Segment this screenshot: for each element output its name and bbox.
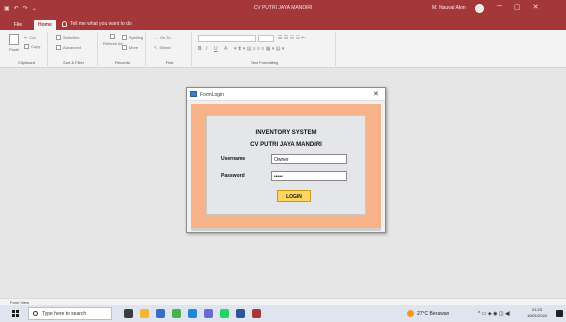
group-label: Text Formatting: [250, 60, 279, 65]
form-background: INVENTORY SYSTEM CV PUTRI JAYA MANDIRI U…: [191, 104, 381, 228]
selection-button[interactable]: Selection: [56, 35, 79, 40]
lightbulb-icon: [62, 21, 67, 27]
taskbar: Type here to search 27°C Berawan ^ ▭ ◈ ◉…: [0, 305, 566, 322]
ribbon: Paste ✂ Cut Copy Clipboard Selection Adv…: [0, 30, 566, 68]
dialog-title: FormLogin: [200, 92, 224, 98]
chrome-icon[interactable]: [172, 309, 181, 318]
tell-me-box[interactable]: Tell me what you want to do: [62, 21, 132, 27]
list-icons[interactable]: ☰ ☰ ☷ ☷ ⇤: [278, 35, 306, 41]
status-bar: Form View: [0, 298, 566, 305]
word-icon[interactable]: [236, 309, 245, 318]
group-sort-filter: Selection Advanced Sort & Filter: [50, 32, 98, 66]
font-color-button[interactable]: A: [224, 46, 227, 52]
group-label: Records: [115, 60, 130, 65]
search-icon: [33, 311, 38, 316]
filter-icon: [56, 35, 61, 40]
password-label: Password: [221, 173, 245, 179]
system-tray[interactable]: ^ ▭ ◈ ◉ ◫ ◀): [478, 311, 510, 317]
more-button[interactable]: More: [122, 45, 138, 50]
spelling-button[interactable]: Spelling: [122, 35, 143, 40]
paste-icon: [9, 34, 20, 45]
form-icon: [190, 91, 197, 97]
restore-button[interactable]: ▢: [514, 3, 521, 11]
notification-icon[interactable]: [556, 310, 563, 317]
copy-icon: [24, 44, 29, 49]
dialog-scrollbar[interactable]: [191, 228, 381, 231]
task-view-icon[interactable]: [124, 309, 133, 318]
cursor-icon: ↖: [154, 45, 158, 50]
file-explorer-icon[interactable]: [140, 309, 149, 318]
group-label: Sort & Filter: [62, 60, 85, 65]
search-placeholder: Type here to search: [42, 310, 87, 317]
tab-file[interactable]: File: [10, 20, 26, 30]
group-clipboard: Paste ✂ Cut Copy Clipboard: [6, 32, 48, 66]
avatar[interactable]: [475, 4, 484, 13]
group-find: → Go To ↖ Select Find: [148, 32, 192, 66]
login-button[interactable]: LOGIN: [277, 190, 311, 202]
cut-button[interactable]: ✂ Cut: [24, 35, 36, 40]
store-icon[interactable]: [156, 309, 165, 318]
whatsapp-icon[interactable]: [220, 309, 229, 318]
user-name[interactable]: M. Nauval Akm: [432, 5, 466, 11]
tab-home[interactable]: Home: [34, 20, 56, 30]
advanced-filter-icon: [56, 45, 61, 50]
tell-me-text: Tell me what you want to do: [70, 21, 132, 27]
more-icon: [122, 45, 127, 50]
window-controls: ─ ▢ ✕: [497, 3, 538, 11]
refresh-icon: [110, 34, 116, 39]
group-records: Refresh All Spelling More Records: [100, 32, 146, 66]
weather-text[interactable]: 27°C Berawan: [417, 311, 449, 317]
date: 10/01/2024: [527, 313, 548, 318]
minimize-button[interactable]: ─: [497, 3, 502, 11]
refresh-all-button[interactable]: Refresh All: [103, 34, 122, 46]
clock[interactable]: 21:23 10/01/2024: [527, 307, 547, 319]
scissors-icon: ✂: [24, 35, 28, 40]
title-bar: ▣ ↶ ↷ ⌄ CV PUTRI JAYA MANDIRI M. Nauval …: [0, 0, 566, 18]
password-field[interactable]: •••••: [271, 171, 347, 181]
access-icon[interactable]: [252, 309, 261, 318]
edge-icon[interactable]: [188, 309, 197, 318]
paste-button[interactable]: Paste: [9, 34, 19, 52]
underline-button[interactable]: U: [214, 46, 218, 52]
company-heading: CV PUTRI JAYA MANDIRI: [250, 142, 322, 148]
copy-button[interactable]: Copy: [24, 44, 40, 49]
highlight-icons[interactable]: ▾ ⧗ ▾ ▤ ≡ ≡ ≡ ▦ ▾ ▤ ▾: [234, 46, 284, 52]
advanced-button[interactable]: Advanced: [56, 45, 81, 50]
system-heading: INVENTORY SYSTEM: [255, 130, 317, 136]
font-name-combo[interactable]: [198, 35, 256, 42]
username-label: Username: [221, 156, 246, 162]
select-button[interactable]: ↖ Select: [154, 45, 170, 50]
spelling-icon: [122, 35, 127, 40]
group-label: Find: [165, 60, 174, 65]
goto-button[interactable]: → Go To: [154, 35, 171, 40]
close-button[interactable]: ✕: [533, 3, 539, 11]
font-size-combo[interactable]: [258, 35, 274, 42]
dialog-close-button[interactable]: ✕: [373, 90, 379, 98]
login-panel: INVENTORY SYSTEM CV PUTRI JAYA MANDIRI U…: [206, 115, 366, 215]
ribbon-tabs: File Home Tell me what you want to do: [0, 18, 566, 30]
bold-button[interactable]: B: [198, 46, 202, 52]
app-icon[interactable]: [204, 309, 213, 318]
italic-button[interactable]: I: [206, 46, 207, 52]
taskbar-search[interactable]: Type here to search: [28, 307, 112, 320]
weather-icon[interactable]: [407, 310, 414, 317]
group-label: Clipboard: [17, 60, 36, 65]
group-text-formatting: ☰ ☰ ☷ ☷ ⇤ B I U A ▾ ⧗ ▾ ▤ ≡ ≡ ≡ ▦ ▾ ▤ ▾ …: [194, 32, 336, 66]
dialog-title-bar[interactable]: FormLogin ✕: [187, 88, 385, 101]
windows-start-icon[interactable]: [12, 310, 19, 317]
username-field[interactable]: Owner: [271, 154, 347, 164]
login-form-window: FormLogin ✕ INVENTORY SYSTEM CV PUTRI JA…: [186, 87, 386, 233]
arrow-right-icon: →: [154, 35, 158, 40]
